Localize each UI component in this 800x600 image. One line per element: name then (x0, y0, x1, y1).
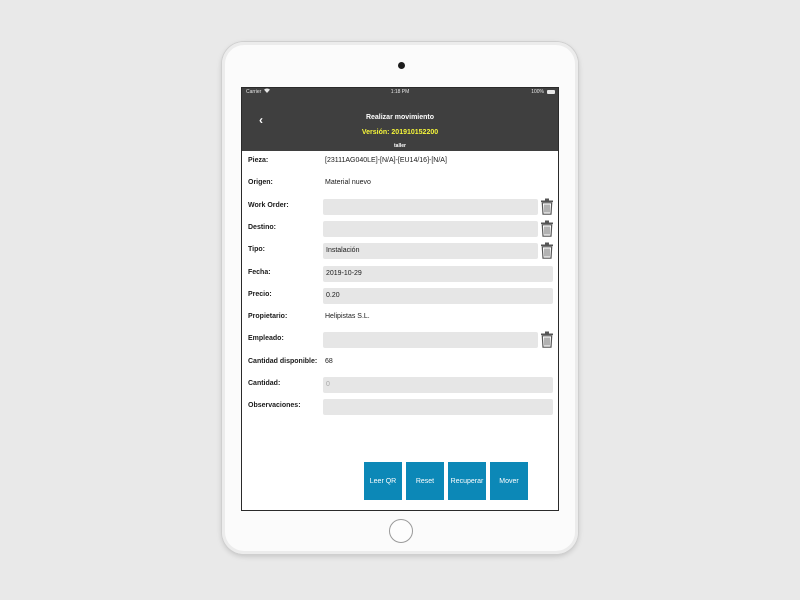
status-time: 1:18 PM (390, 89, 410, 95)
ipad-frame: Carrier 1:18 PM 100% ‹ Realizar movimien… (222, 42, 578, 554)
propietario-value: Helipistas S.L. (325, 313, 370, 321)
pieza-label: Pieza: (248, 157, 269, 164)
row-pieza: Pieza: [23111AG040LE]-[N/A]-[EU14/16]-[N… (242, 151, 558, 171)
tipo-field[interactable] (323, 243, 538, 260)
empleado-label: Empleado: (248, 335, 284, 343)
observaciones-field[interactable] (323, 399, 553, 416)
precio-field[interactable] (323, 287, 553, 304)
section-subtitle: taller (394, 143, 406, 149)
cantidad-field[interactable] (323, 377, 553, 393)
row-origen: Origen: Material nuevo (242, 173, 558, 193)
destino-label: Destino: (248, 223, 276, 231)
origen-value: Material nuevo (325, 179, 371, 187)
work-order-label: Work Order: (248, 201, 289, 209)
row-precio: Precio: (242, 285, 558, 305)
mover-button[interactable]: Mover (490, 462, 528, 500)
reset-button[interactable]: Reset (406, 462, 444, 500)
leer-qr-button[interactable]: Leer QR (364, 462, 402, 500)
row-cantidad: Cantidad: (242, 374, 558, 394)
propietario-label: Propietario: (248, 313, 288, 321)
precio-label: Precio: (248, 290, 272, 298)
fecha-label: Fecha: (248, 268, 271, 276)
row-cantidad-disponible: Cantidad disponible: 68 (242, 352, 558, 372)
tipo-label: Tipo: (248, 246, 265, 254)
camera-dot (398, 62, 405, 69)
origen-label: Origen: (248, 179, 273, 187)
observaciones-label: Observaciones: (248, 402, 301, 410)
navigation-bar: ‹ Realizar movimiento Versión: 201910152… (242, 97, 558, 151)
cantidad-disponible-label: Cantidad disponible: (248, 357, 318, 365)
row-propietario: Propietario: Helipistas S.L. (242, 307, 558, 327)
row-fecha: Fecha: (242, 263, 558, 283)
recuperar-button[interactable]: Recuperar (448, 462, 486, 500)
version-label: Versión: 201910152200 (361, 129, 439, 136)
page-title: Realizar movimiento (365, 114, 435, 121)
battery-icon (547, 90, 555, 94)
cantidad-disponible-value: 68 (325, 357, 333, 365)
work-order-field[interactable] (323, 198, 538, 215)
trash-icon[interactable] (540, 242, 554, 259)
row-tipo: Tipo: (242, 240, 558, 260)
row-empleado: Empleado: (242, 329, 558, 349)
app-screen: Carrier 1:18 PM 100% ‹ Realizar movimien… (241, 87, 559, 511)
pieza-value: [23111AG040LE]-[N/A]-[EU14/16]-[N/A] (325, 157, 447, 164)
row-observaciones: Observaciones: (242, 396, 558, 416)
status-bar: Carrier 1:18 PM 100% (242, 88, 558, 97)
row-work-order: Work Order: (242, 196, 558, 216)
home-button[interactable] (389, 519, 413, 543)
row-destino: Destino: (242, 218, 558, 238)
empleado-field[interactable] (323, 332, 538, 349)
trash-icon[interactable] (540, 331, 554, 349)
trash-icon[interactable] (540, 198, 554, 215)
destino-field[interactable] (323, 220, 538, 237)
battery-percent: 100% (531, 89, 544, 95)
trash-icon[interactable] (540, 220, 554, 237)
cantidad-label: Cantidad: (248, 380, 281, 387)
fecha-field[interactable] (323, 265, 553, 282)
